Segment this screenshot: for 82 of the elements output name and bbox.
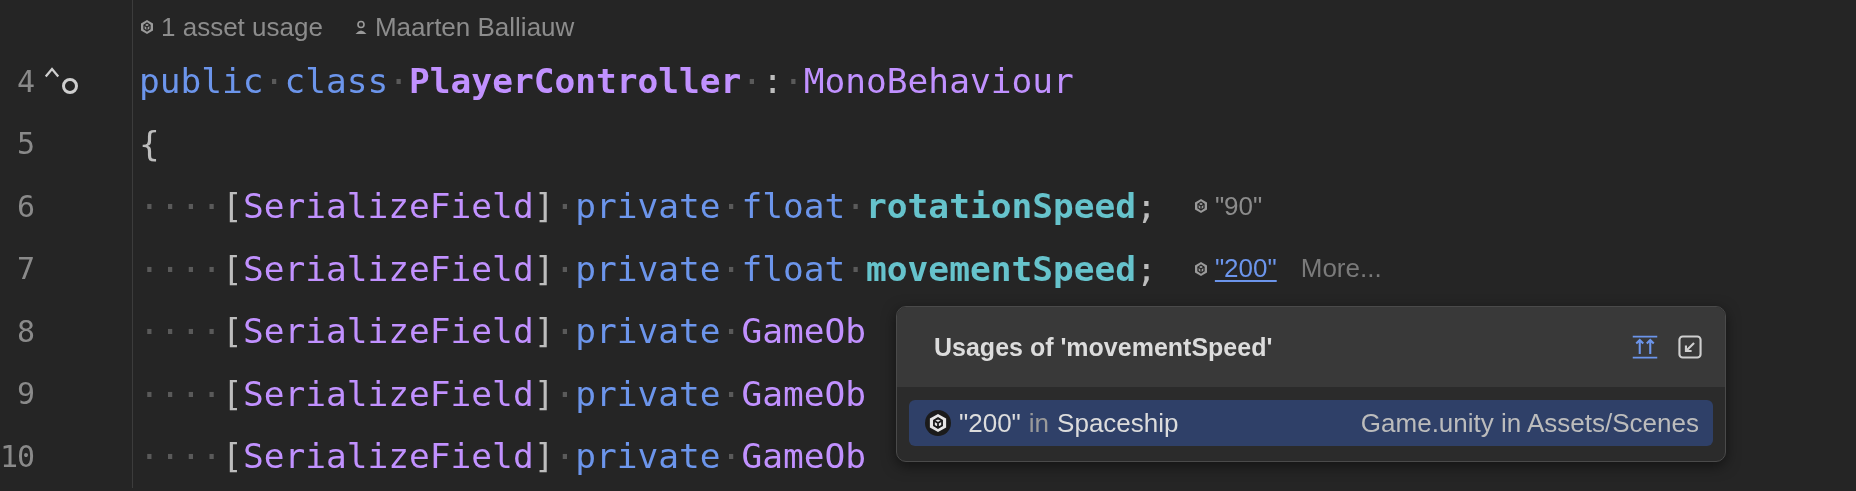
punctuation: ; xyxy=(1136,186,1157,227)
pin-button[interactable] xyxy=(1631,333,1659,361)
usage-value: "200" xyxy=(959,407,1021,439)
keyword: float xyxy=(741,186,846,227)
keyword: private xyxy=(575,436,721,477)
line-number: 5 xyxy=(15,126,34,162)
punctuation: ] xyxy=(533,436,555,477)
punctuation: ; xyxy=(1136,248,1157,289)
unity-cube-icon xyxy=(139,19,155,35)
punctuation: [ xyxy=(222,373,243,414)
whitespace-marker: ···· xyxy=(139,373,223,414)
whitespace-marker: · xyxy=(554,373,576,414)
keyword: float xyxy=(741,248,846,289)
whitespace-marker: · xyxy=(720,436,742,477)
punctuation: ] xyxy=(533,311,555,352)
circle-icon xyxy=(60,76,80,97)
punctuation: { xyxy=(139,123,160,164)
whitespace-marker: · xyxy=(720,248,742,289)
field-name: rotationSpeed xyxy=(866,186,1137,227)
keyword: private xyxy=(575,186,721,227)
keyword: class xyxy=(284,61,389,102)
type-name: SerializeField xyxy=(242,311,534,352)
usage-row[interactable]: "200" in Spaceship Game.unity in Assets/Scenes xyxy=(909,400,1713,446)
usage-object: Spaceship xyxy=(1057,407,1179,439)
keyword: private xyxy=(575,248,721,289)
line-number: 7 xyxy=(15,251,34,287)
whitespace-marker: · xyxy=(720,311,742,352)
line-number: 4 xyxy=(15,63,34,99)
type-name: SerializeField xyxy=(242,373,534,414)
popup-title: Usages of 'movementSpeed' xyxy=(934,332,1274,362)
asset-usage-link[interactable]: 1 asset usage xyxy=(139,11,323,43)
line-number: 10 xyxy=(0,438,34,474)
keyword: public xyxy=(139,61,264,102)
type-name: GameOb xyxy=(741,373,867,414)
whitespace-marker: · xyxy=(845,248,867,289)
line-number: 8 xyxy=(15,313,34,349)
keyword: private xyxy=(575,373,721,414)
type-name: MonoBehaviour xyxy=(803,61,1074,102)
whitespace-marker: · xyxy=(554,311,576,352)
line-number: 9 xyxy=(15,376,34,412)
whitespace-marker: · xyxy=(554,186,576,227)
unity-cube-icon xyxy=(1192,198,1209,215)
whitespace-marker: · xyxy=(741,61,763,102)
author-link[interactable]: Maarten Balliauw xyxy=(352,11,575,43)
value-hint: "90" xyxy=(1214,190,1263,222)
whitespace-marker: · xyxy=(554,436,576,477)
whitespace-marker: · xyxy=(782,61,804,102)
whitespace-marker: ···· xyxy=(139,248,223,289)
type-name: SerializeField xyxy=(242,436,534,477)
type-name: SerializeField xyxy=(242,186,534,227)
more-link[interactable]: More... xyxy=(1300,253,1382,285)
whitespace-marker: · xyxy=(845,186,867,227)
field-name: movementSpeed xyxy=(866,248,1137,289)
punctuation: ] xyxy=(533,373,555,414)
punctuation: ] xyxy=(533,248,555,289)
usage-location: Game.unity in Assets/Scenes xyxy=(1360,407,1699,439)
unity-cube-icon xyxy=(1192,260,1209,277)
type-name: SerializeField xyxy=(242,248,534,289)
type-name: GameOb xyxy=(741,436,867,477)
value-link[interactable]: "200" xyxy=(1214,253,1277,285)
whitespace-marker: ···· xyxy=(139,186,223,227)
whitespace-marker: · xyxy=(263,61,285,102)
keyword: private xyxy=(575,311,721,352)
punctuation: [ xyxy=(222,186,243,227)
unity-cube-icon xyxy=(925,410,951,436)
punctuation: [ xyxy=(222,311,243,352)
punctuation: [ xyxy=(222,248,243,289)
type-name: GameOb xyxy=(741,311,867,352)
line-number: 6 xyxy=(15,188,34,224)
whitespace-marker: ···· xyxy=(139,311,223,352)
whitespace-marker: ···· xyxy=(139,436,223,477)
whitespace-marker: · xyxy=(720,373,742,414)
whitespace-marker: · xyxy=(554,248,576,289)
usage-in-label: in xyxy=(1028,407,1050,439)
open-in-window-button[interactable] xyxy=(1677,334,1703,360)
class-name: PlayerController xyxy=(409,61,742,102)
punctuation: [ xyxy=(222,436,243,477)
punctuation: ] xyxy=(533,186,555,227)
punctuation: : xyxy=(762,61,783,102)
whitespace-marker: · xyxy=(720,186,742,227)
whitespace-marker: · xyxy=(388,61,410,102)
pin-arrows-icon xyxy=(1631,333,1659,361)
